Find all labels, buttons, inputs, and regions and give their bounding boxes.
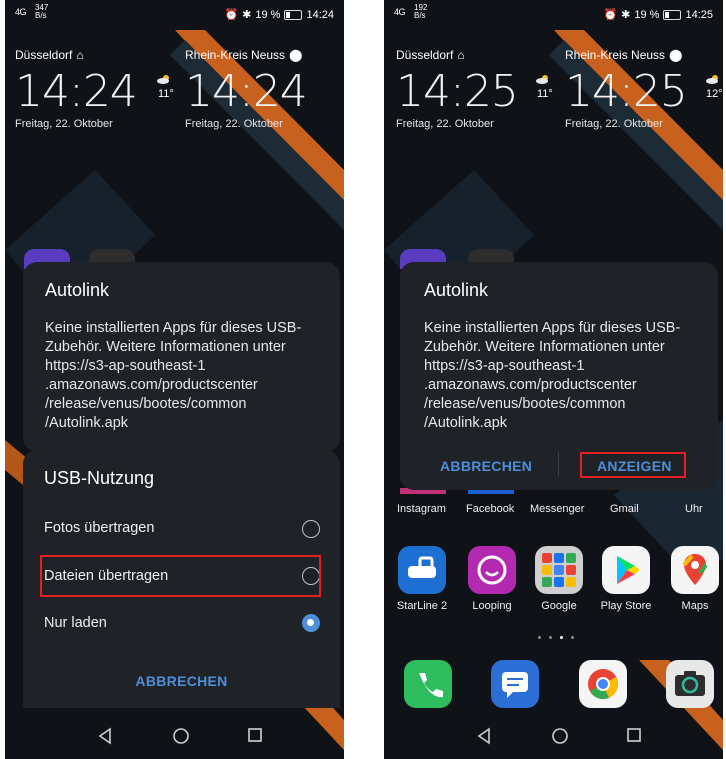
status-time: 14:25 (685, 8, 713, 21)
temperature: 12° (706, 88, 723, 100)
status-time: 14:24 (306, 8, 334, 21)
cancel-button[interactable]: ABBRECHEN (23, 673, 340, 689)
city-name: Rhein-Kreis Neuss (185, 48, 286, 62)
home-icon: ⌂ (457, 48, 465, 62)
clock-time: 14:25 (396, 66, 519, 117)
navigation-bar (5, 714, 344, 759)
app-phone[interactable] (400, 660, 456, 708)
location-pin-icon: ⬤ (669, 48, 683, 62)
app-camera[interactable] (662, 660, 718, 708)
app-looping[interactable]: Looping (464, 546, 520, 612)
home-icon: ⌂ (76, 48, 84, 62)
phone-icon (404, 660, 452, 708)
camera-icon (666, 660, 714, 708)
status-right: ⏰ ✱ 19 % 14:24 (224, 8, 334, 22)
battery-icon (284, 9, 303, 20)
status-bar: 4G 192 B/s ⏰ ✱ 19 % 14:25 (384, 0, 723, 30)
play-store-icon (602, 546, 650, 594)
city-name: Düsseldorf (396, 48, 454, 62)
chrome-icon (579, 660, 627, 708)
messages-icon (491, 660, 539, 708)
page-indicator (538, 636, 574, 639)
highlight-box (580, 452, 686, 478)
clock-time: 14:24 (185, 66, 308, 117)
clock-widget-home[interactable]: Düsseldorf ⌂ 14:25 Freitag, 22. Oktober (396, 48, 519, 130)
data-rate: 347 B/s (35, 3, 49, 20)
highlight-box (40, 555, 321, 597)
location-pin-icon: ⬤ (289, 48, 303, 62)
dialog-title: Autolink (424, 280, 489, 300)
clock-date: Freitag, 22. Oktober (15, 118, 113, 130)
data-rate: 192 B/s (414, 3, 428, 20)
app-label-messenger[interactable]: Messenger (530, 503, 584, 515)
alarm-icon: ⏰ (603, 9, 618, 21)
city-name: Rhein-Kreis Neuss (565, 48, 666, 62)
autolink-dialog: Autolink Keine installierten Apps für di… (23, 262, 340, 452)
status-right: ⏰ ✱ 19 % 14:25 (603, 8, 713, 22)
button-divider (558, 452, 559, 476)
recents-icon[interactable] (626, 727, 642, 743)
radio-button[interactable] (302, 520, 320, 538)
option-label: Fotos übertragen (44, 520, 155, 536)
app-label-uhr[interactable]: Uhr (685, 503, 703, 515)
dialog-title: Autolink (45, 280, 110, 300)
battery-percent: 19 % (634, 8, 660, 21)
back-icon[interactable] (97, 727, 113, 745)
option-label: Nur laden (44, 615, 107, 631)
dialog-message: Keine installierten Apps für dieses USB-… (424, 320, 681, 431)
signal-indicator: 4G (394, 7, 406, 17)
app-label-instagram[interactable]: Instagram (397, 503, 446, 515)
battery-icon (663, 9, 682, 20)
dialog-title: USB-Nutzung (44, 468, 155, 488)
bluetooth-icon: ✱ (621, 9, 631, 21)
app-google-folder[interactable]: Google (531, 546, 587, 612)
clock-time: 14:24 (15, 66, 138, 117)
weather-cloud-sun-icon (706, 75, 718, 84)
phone-screen-right: 4G 192 B/s ⏰ ✱ 19 % 14:25 Düsseldorf ⌂ 1… (384, 0, 723, 759)
temperature: 11° (537, 88, 553, 100)
home-button-icon[interactable] (172, 727, 190, 745)
clock-date: Freitag, 22. Oktober (185, 118, 283, 130)
app-play-store[interactable]: Play Store (598, 546, 654, 612)
app-label-gmail[interactable]: Gmail (610, 503, 639, 515)
clock-widget-second[interactable]: Rhein-Kreis Neuss ⬤ 14:25 Freitag, 22. O… (565, 48, 688, 130)
phone-screen-left: 4G 347 B/s ⏰ ✱ 19 % 14:24 Düsseldorf ⌂ 1… (5, 0, 344, 759)
weather-cloud-sun-icon (536, 75, 548, 84)
app-messages[interactable] (487, 660, 543, 708)
bluetooth-icon: ✱ (242, 9, 252, 21)
app-starline[interactable]: StarLine 2 (394, 546, 450, 612)
clock-date: Freitag, 22. Oktober (396, 118, 494, 130)
app-chrome[interactable] (575, 660, 631, 708)
recents-icon[interactable] (247, 727, 263, 743)
signal-indicator: 4G (15, 7, 27, 17)
home-button-icon[interactable] (551, 727, 569, 745)
clock-widget-home[interactable]: Düsseldorf ⌂ 14:24 Freitag, 22. Oktober (15, 48, 138, 130)
dialog-message: Keine installierten Apps für dieses USB-… (45, 320, 302, 431)
weather-cloud-sun-icon (157, 75, 169, 84)
cancel-button[interactable]: ABBRECHEN (440, 458, 532, 474)
starline-icon (398, 546, 446, 594)
alarm-icon: ⏰ (224, 9, 239, 21)
looping-icon (468, 546, 516, 594)
app-maps[interactable]: Maps (667, 546, 723, 612)
clock-date: Freitag, 22. Oktober (565, 118, 663, 130)
temperature: 11° (158, 88, 174, 100)
clock-time: 14:25 (565, 66, 688, 117)
back-icon[interactable] (476, 727, 492, 745)
city-name: Düsseldorf (15, 48, 73, 62)
clock-widget-second[interactable]: Rhein-Kreis Neuss ⬤ 14:24 Freitag, 22. O… (185, 48, 308, 130)
status-bar: 4G 347 B/s ⏰ ✱ 19 % 14:24 (5, 0, 344, 30)
radio-button-selected[interactable] (302, 614, 320, 632)
app-label-facebook[interactable]: Facebook (466, 503, 514, 515)
battery-percent: 19 % (255, 8, 281, 21)
maps-icon (671, 546, 719, 594)
navigation-bar (384, 714, 723, 759)
google-folder-icon (535, 546, 583, 594)
